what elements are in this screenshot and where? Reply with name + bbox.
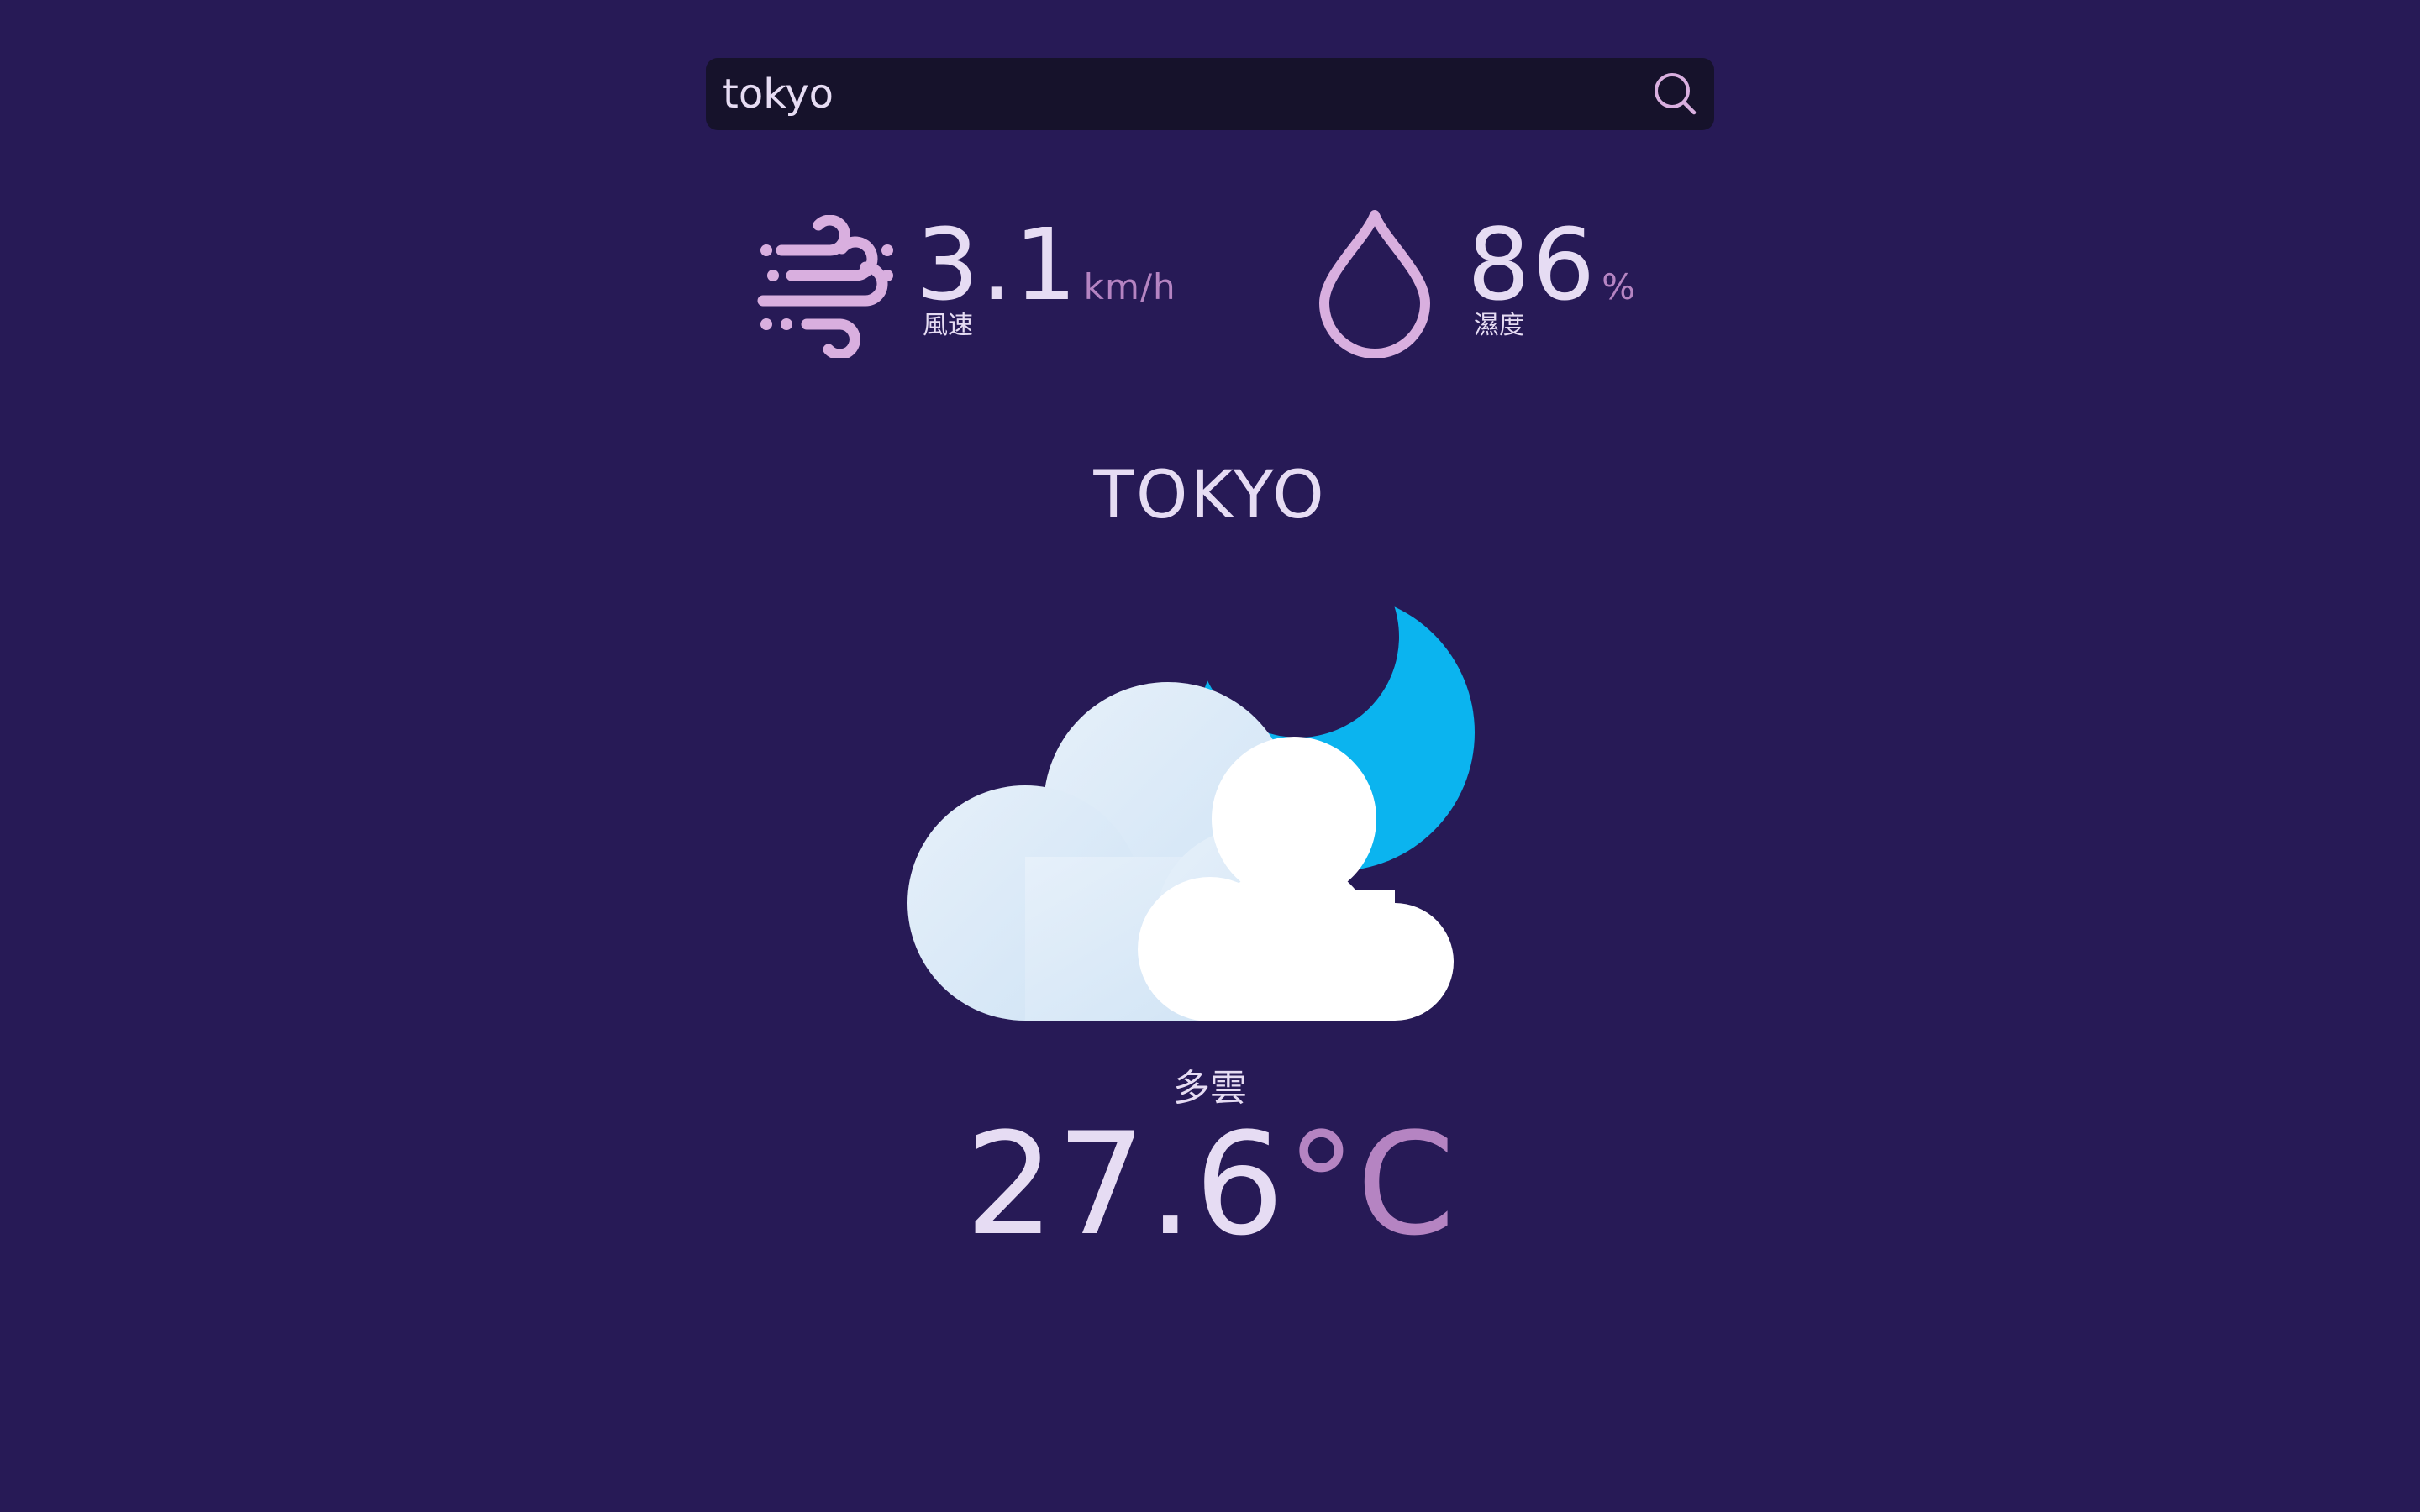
partly-cloudy-night-icon	[908, 605, 1475, 1021]
temperature-unit: °C	[1286, 1102, 1455, 1267]
humidity-number: 86	[1467, 207, 1597, 323]
water-drop-icon	[1319, 210, 1430, 358]
humidity-unit: %	[1602, 266, 1637, 307]
weather-app: 3.1km/h 風速 86% 濕度 TOKYO	[0, 0, 2420, 1512]
search-icon	[1655, 73, 1697, 115]
temperature: 27.6°C	[0, 1109, 2420, 1260]
wind-speed-label: 風速	[923, 311, 973, 340]
humidity-stat: 86% 濕度	[1319, 202, 1655, 361]
wind-speed-number: 3.1	[916, 207, 1079, 323]
wind-speed-unit: km/h	[1083, 266, 1176, 307]
wind-speed-stat: 3.1 km/h 風速	[756, 202, 1193, 361]
search-button[interactable]	[1652, 71, 1699, 118]
humidity-label: 濕度	[1474, 311, 1524, 340]
wind-icon	[757, 215, 893, 358]
city-name: TOKYO	[1093, 458, 1327, 533]
search-input[interactable]	[723, 58, 1630, 130]
temperature-value: 27.6	[965, 1102, 1286, 1267]
search-bar	[706, 58, 1714, 130]
